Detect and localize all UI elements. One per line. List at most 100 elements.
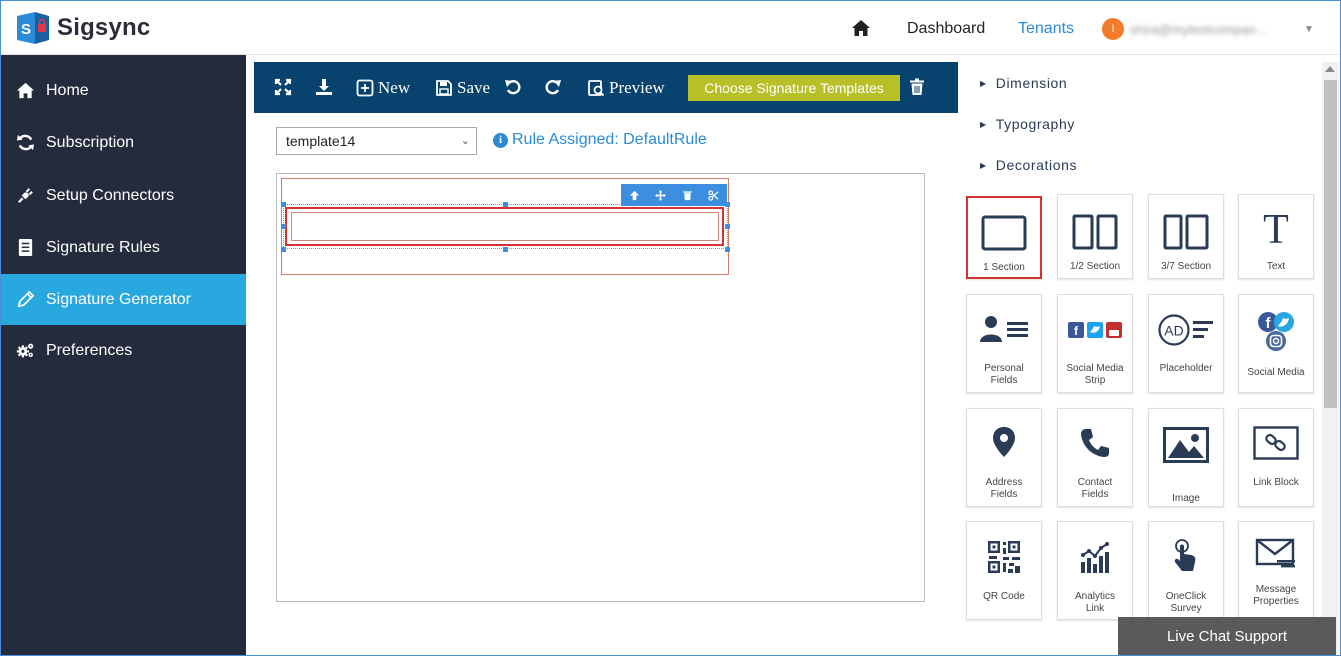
resize-handle[interactable] [503,202,508,207]
fullscreen-button[interactable] [274,78,292,96]
nav-dashboard[interactable]: Dashboard [907,20,985,38]
resize-handle[interactable] [281,224,286,229]
live-chat-button[interactable]: Live Chat Support [1118,617,1336,656]
tile-three-seven-section[interactable]: 3/7 Section [1148,194,1224,279]
delete-button[interactable] [908,78,926,96]
accordion-typography[interactable]: ▶ Typography [980,116,1075,132]
block-actions-toolbar [621,184,727,206]
sidebar-item-home[interactable]: Home [0,65,246,116]
trash-icon[interactable] [682,190,693,201]
gears-icon [15,341,35,361]
info-icon: i [493,132,508,148]
tile-label: Social Media Strip [1066,363,1124,386]
download-button[interactable] [315,78,333,96]
template-select-value: template14 [286,133,356,149]
tile-social-media-strip[interactable]: f Social Media Strip [1057,294,1133,393]
svg-text:T: T [1263,209,1289,249]
accordion-dimension[interactable]: ▶ Dimension [980,75,1067,91]
rule-assigned[interactable]: i Rule Assigned: DefaultRule [493,131,707,149]
accordion-decorations[interactable]: ▶ Decorations [980,157,1077,173]
new-button[interactable]: New [356,78,410,98]
half-section-icon [1058,214,1132,250]
tile-message-properties[interactable]: Message Properties [1238,521,1314,620]
tile-label: Link Block [1253,477,1299,488]
text-icon: T [1239,209,1313,249]
resize-handle[interactable] [725,224,730,229]
scrollbar-thumb[interactable] [1324,80,1337,408]
tile-label: Image [1172,493,1200,504]
tile-1-section[interactable]: 1 Section [966,196,1042,279]
undo-button[interactable] [504,78,522,96]
tile-half-section[interactable]: 1/2 Section [1057,194,1133,279]
section-content-cell[interactable] [291,212,719,241]
sidebar-item-signature-rules[interactable]: Signature Rules [0,222,246,273]
tile-qr-code[interactable]: QR Code [966,521,1042,620]
tile-personal-fields[interactable]: Personal Fields [966,294,1042,393]
resize-handle[interactable] [281,202,286,207]
tile-social-media[interactable]: f Social Media [1238,294,1314,393]
app-logo[interactable]: S Sigsync [15,12,150,44]
tile-oneclick-survey[interactable]: OneClick Survey [1148,521,1224,620]
resize-handle[interactable] [503,247,508,252]
trash-icon [910,78,924,95]
tile-link-block[interactable]: Link Block [1238,408,1314,507]
download-icon [316,79,332,95]
sidebar-item-subscription[interactable]: Subscription [0,117,246,168]
chevron-down-icon: ▼ [1304,23,1314,35]
redo-button[interactable] [544,78,562,96]
qr-code-icon [967,540,1041,574]
caret-right-icon: ▶ [980,160,987,170]
sidebar-item-label: Home [46,81,89,99]
tile-label: QR Code [983,591,1025,602]
sidebar-item-signature-generator[interactable]: Signature Generator [0,274,246,325]
tile-image[interactable]: Image [1148,408,1224,507]
social-strip-icon: f [1058,321,1132,339]
scissors-icon[interactable] [708,189,719,201]
tile-label: 3/7 Section [1160,261,1212,272]
new-label: New [378,78,411,97]
arrow-up-icon[interactable] [629,190,640,201]
sidebar-item-label: Signature Rules [46,238,160,256]
undo-icon [505,80,521,95]
tile-label: Placeholder [1159,363,1213,374]
preview-label: Preview [609,78,665,97]
move-icon[interactable] [655,189,667,201]
svg-text:S: S [21,21,31,38]
accordion-label: Dimension [995,75,1068,91]
one-section-icon [968,215,1040,251]
tile-text[interactable]: T Text [1238,194,1314,279]
sidebar-item-setup-connectors[interactable]: Setup Connectors [0,170,246,221]
resize-handle[interactable] [281,247,286,252]
tile-label: 1 Section [983,262,1025,273]
envelope-icon [1239,538,1313,570]
expand-icon [274,78,292,96]
nav-tenants[interactable]: Tenants [1018,20,1074,38]
nav-home-icon[interactable] [851,19,871,37]
tile-label: Text [1266,261,1286,272]
caret-right-icon: ▶ [980,119,987,129]
sidebar-item-preferences[interactable]: Preferences [0,325,246,376]
scroll-up-arrow-icon[interactable] [1325,66,1335,72]
choose-templates-button[interactable]: Choose Signature Templates [688,75,900,101]
user-menu[interactable]: I shira@mytestcompan... ▼ [1102,18,1314,40]
phone-icon [1058,427,1132,459]
rule-assigned-label: Rule Assigned: DefaultRule [512,131,707,148]
tile-address-fields[interactable]: Address Fields [966,408,1042,507]
link-icon [1239,426,1313,460]
tap-icon [1149,538,1223,574]
plus-square-icon [356,79,374,97]
accordion-label: Decorations [995,157,1078,173]
pencil-icon [15,290,35,310]
tile-placeholder[interactable]: AD Placeholder [1148,294,1224,393]
save-button[interactable]: Save [435,78,490,98]
tile-analytics-link[interactable]: Analytics Link [1057,521,1133,620]
top-header: S Sigsync Dashboard Tenants I shira@myte… [0,0,1341,55]
three-seven-section-icon [1149,214,1223,250]
preview-button[interactable]: Preview [587,78,665,98]
plug-icon [15,186,35,206]
template-select[interactable]: template14 ⌄ [276,127,477,155]
tile-contact-fields[interactable]: Contact Fields [1057,408,1133,507]
personal-fields-icon [967,314,1041,344]
analytics-icon [1058,540,1132,574]
resize-handle[interactable] [725,247,730,252]
